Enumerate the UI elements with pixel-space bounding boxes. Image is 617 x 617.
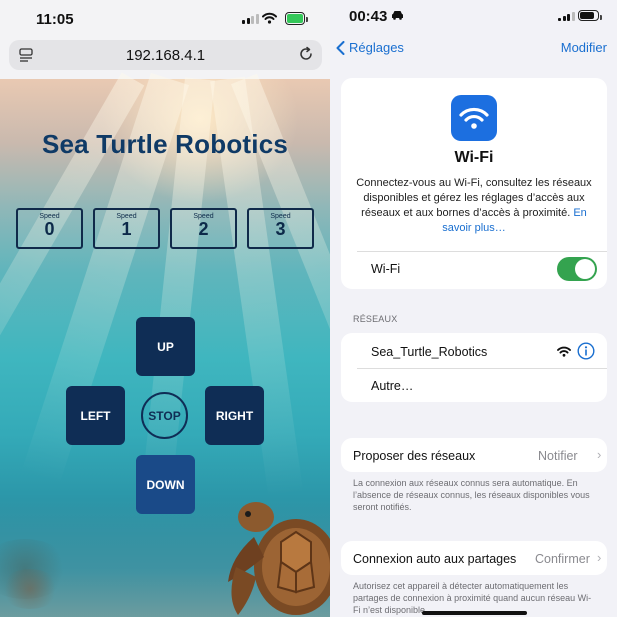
ask-to-join-row[interactable]: Proposer des réseaux Notifier › (341, 438, 607, 472)
status-bar: 11:05 (0, 0, 330, 38)
speed-value: 3 (275, 219, 286, 239)
other-network-row[interactable]: Autre… (341, 369, 607, 402)
stop-button[interactable]: STOP (141, 392, 188, 439)
ask-to-join-value: Notifier (538, 449, 578, 463)
page-title: Sea Turtle Robotics (41, 129, 289, 159)
back-label: Réglages (349, 40, 404, 55)
chevron-right-icon: › (597, 447, 602, 462)
auto-hotspot-value: Confirmer (535, 552, 590, 566)
wifi-toggle-label: Wi-Fi (371, 262, 401, 276)
url-text[interactable]: 192.168.4.1 (9, 47, 322, 64)
address-bar[interactable]: 192.168.4.1 (9, 40, 322, 70)
auto-hotspot-label: Connexion auto aux partages (353, 552, 517, 566)
speed-button-0[interactable]: Speed 0 (16, 208, 83, 249)
status-time: 11:05 (36, 11, 74, 28)
webpage-content: Sea Turtle Robotics Speed 0 Speed 1 Spee… (0, 72, 330, 617)
back-button[interactable]: Réglages (336, 40, 404, 55)
networks-list: Sea_Turtle_Robotics Autre… (341, 333, 607, 402)
speed-value: 0 (44, 219, 55, 239)
battery-icon (578, 10, 602, 21)
speed-button-3[interactable]: Speed 3 (247, 208, 314, 249)
network-row[interactable]: Sea_Turtle_Robotics (341, 333, 607, 368)
networks-section-title: RÉSEAUX (353, 314, 398, 324)
sea-turtle-illustration (228, 502, 330, 615)
speed-value: 2 (198, 219, 209, 239)
up-button[interactable]: UP (136, 317, 195, 376)
wifi-toggle[interactable] (557, 257, 597, 281)
speed-button-2[interactable]: Speed 2 (170, 208, 237, 249)
coral-reef (0, 569, 60, 609)
wifi-status-icon (262, 12, 277, 24)
battery-charging-icon (285, 12, 308, 25)
status-time: 00:43 (349, 8, 388, 25)
ask-to-join-note: La connexion aux réseaux connus sera aut… (353, 478, 590, 512)
speed-button-1[interactable]: Speed 1 (93, 208, 160, 249)
left-button[interactable]: LEFT (66, 386, 125, 445)
network-name: Sea_Turtle_Robotics (371, 345, 488, 359)
left-phone-screen: 11:05 192.168.4.1 Sea Turtle Robotics Sp… (0, 0, 330, 617)
ask-to-join-label: Proposer des réseaux (353, 449, 476, 463)
down-button[interactable]: DOWN (136, 455, 195, 514)
chevron-left-icon (336, 40, 345, 55)
speed-value: 1 (121, 219, 132, 239)
divider (357, 251, 607, 252)
wifi-info-card: Wi-Fi Connectez-vous au Wi-Fi, consultez… (341, 78, 607, 289)
car-icon (392, 11, 403, 20)
home-indicator (422, 611, 527, 615)
chevron-right-icon: › (597, 550, 602, 565)
wifi-settings-icon (451, 95, 497, 141)
right-button[interactable]: RIGHT (205, 386, 264, 445)
status-bar: 00:43 (330, 0, 617, 38)
reload-icon[interactable] (298, 46, 314, 62)
wifi-description: Connectez-vous au Wi-Fi, consultez les r… (355, 176, 593, 236)
navigation-bar: Réglages Modifier (330, 36, 617, 64)
description-text: Connectez-vous au Wi-Fi, consultez les r… (356, 177, 592, 219)
wifi-signal-icon (557, 346, 571, 357)
edit-button[interactable]: Modifier (561, 40, 607, 55)
cellular-signal-icon (242, 14, 259, 24)
right-phone-screen: 00:43 Réglages Modifier Wi-Fi Connectez-… (330, 0, 617, 617)
info-icon[interactable] (577, 342, 595, 360)
wifi-title: Wi-Fi (454, 149, 494, 166)
cellular-signal-icon (558, 12, 575, 21)
other-network-label: Autre… (371, 379, 414, 393)
auto-hotspot-row[interactable]: Connexion auto aux partages Confirmer › (341, 541, 607, 575)
